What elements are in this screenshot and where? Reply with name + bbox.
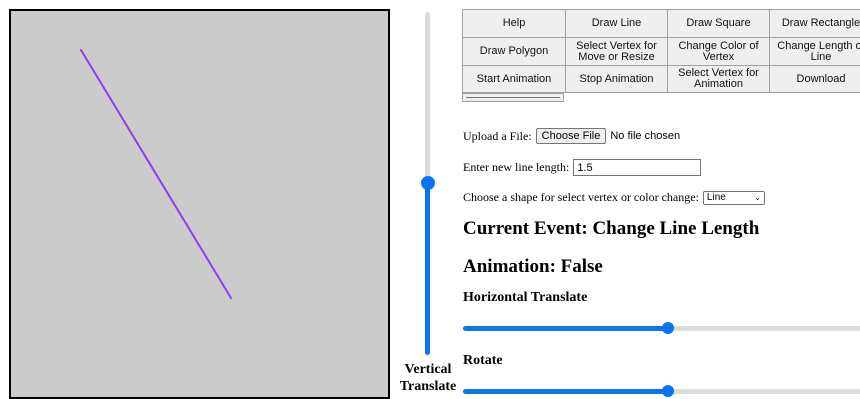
line-length-row: Enter new line length: 1.5	[463, 159, 702, 176]
horizontal-slider-thumb[interactable]	[662, 322, 674, 334]
current-event-heading: Current Event: Change Line Length	[463, 218, 760, 239]
change-line-length-button[interactable]: Change Length of Line	[769, 37, 860, 66]
horizontal-slider-fill	[463, 326, 667, 331]
upload-row: Upload a File: Choose File No file chose…	[463, 128, 680, 144]
vertical-translate-slider[interactable]	[418, 12, 438, 355]
unlabeled-button-line	[466, 97, 560, 99]
choose-file-button[interactable]: Choose File	[535, 128, 607, 144]
draw-line-button[interactable]: Draw Line	[565, 9, 668, 38]
chevron-down-icon: ⌄	[754, 193, 761, 202]
start-animation-button[interactable]: Start Animation	[462, 65, 566, 93]
draw-polygon-button[interactable]: Draw Polygon	[462, 37, 566, 66]
line-length-input[interactable]: 1.5	[573, 159, 702, 176]
stop-animation-button[interactable]: Stop Animation	[565, 65, 668, 93]
shape-select-label: Choose a shape for select vertex or colo…	[463, 190, 699, 204]
upload-label: Upload a File:	[463, 128, 532, 143]
draw-rectangle-button[interactable]: Draw Rectangle	[769, 9, 860, 38]
toolbar-button-grid: Help Draw Line Draw Square Draw Rectangl…	[462, 9, 860, 93]
vertical-slider-track	[425, 12, 430, 183]
rotate-slider[interactable]	[463, 385, 860, 397]
horizontal-slider-track	[667, 326, 860, 331]
help-button[interactable]: Help	[462, 9, 566, 38]
canvas-svg	[80, 49, 232, 299]
file-status: No file chosen	[610, 130, 681, 142]
shape-select-row: Choose a shape for select vertex or colo…	[463, 190, 765, 205]
shape-select[interactable]: Line ⌄	[702, 190, 765, 205]
unlabeled-button[interactable]	[462, 93, 564, 102]
vertical-slider-thumb[interactable]	[421, 176, 435, 190]
horizontal-translate-slider[interactable]	[463, 322, 860, 334]
vertical-slider-fill	[425, 183, 430, 355]
change-vertex-color-button[interactable]: Change Color of Vertex	[667, 37, 770, 66]
rotate-slider-thumb[interactable]	[662, 385, 674, 397]
draw-square-button[interactable]: Draw Square	[667, 9, 770, 38]
line-length-label: Enter new line length:	[463, 160, 570, 174]
drawing-canvas[interactable]	[9, 9, 390, 399]
animation-status-heading: Animation: False	[463, 256, 603, 277]
select-vertex-move-resize-button[interactable]: Select Vertex for Move or Resize	[565, 37, 668, 66]
rotate-label: Rotate	[463, 353, 503, 368]
rotate-slider-fill	[463, 389, 667, 394]
download-button[interactable]: Download	[769, 65, 860, 93]
vertical-translate-label: Vertical Translate	[399, 362, 457, 394]
rotate-slider-track	[667, 389, 860, 394]
shape-select-value: Line	[706, 192, 726, 203]
select-vertex-animation-button[interactable]: Select Vertex for Animation	[667, 65, 770, 93]
drawn-line[interactable]	[80, 49, 232, 299]
horizontal-translate-label: Horizontal Translate	[463, 290, 588, 305]
